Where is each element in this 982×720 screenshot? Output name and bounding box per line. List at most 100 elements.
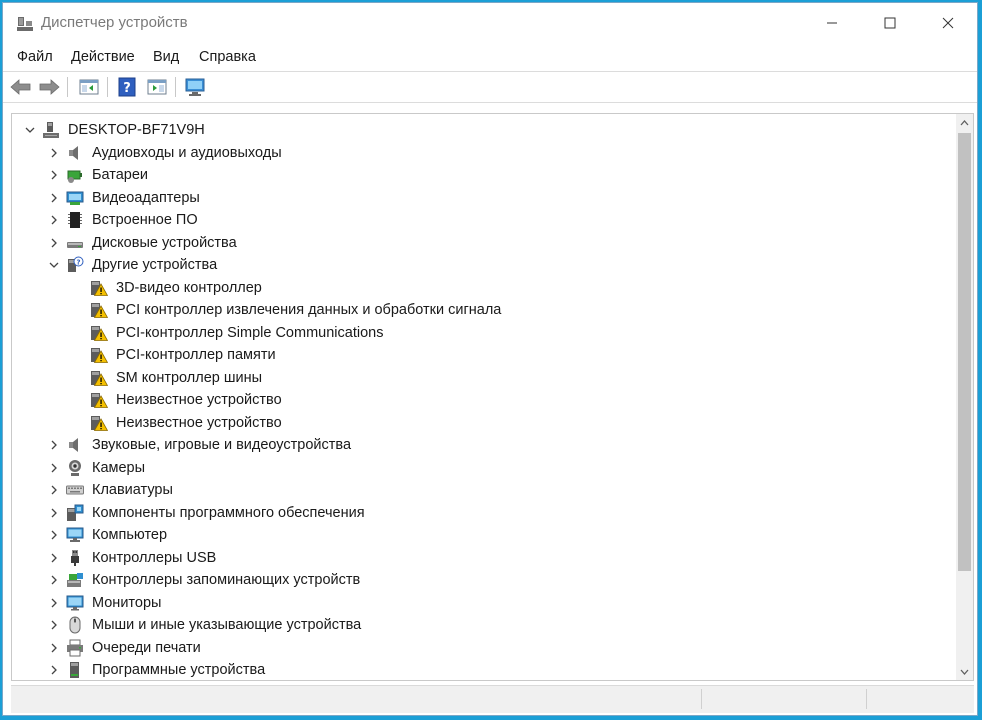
- close-icon: [942, 17, 954, 29]
- tree-item-label: Контроллеры USB: [92, 549, 217, 566]
- chevron-right-icon[interactable]: [48, 484, 60, 496]
- battery-icon: [67, 170, 82, 183]
- chevron-right-icon[interactable]: [48, 597, 60, 609]
- tree-item-label: PCI-контроллер памяти: [116, 347, 276, 363]
- chevron-right-icon[interactable]: [48, 664, 60, 676]
- chevron-right-icon[interactable]: [48, 507, 60, 519]
- tree-item-label: SM контроллер шины: [116, 369, 263, 386]
- tree-item-label: Контроллеры запоминающих устройств: [92, 572, 361, 588]
- show-hide-console-tree-button[interactable]: [77, 76, 101, 98]
- tree-category[interactable]: Камеры: [12, 457, 956, 479]
- other-devices-icon: ?: [68, 256, 84, 272]
- tree-category[interactable]: Клавиатуры: [12, 479, 956, 501]
- disk-drive-icon: [67, 241, 83, 248]
- webcam-icon: [69, 459, 81, 476]
- warning-device-icon: [91, 415, 108, 431]
- speaker-icon: [69, 438, 78, 452]
- chevron-right-icon[interactable]: [48, 619, 60, 631]
- tree-device[interactable]: Неизвестное устройство: [12, 389, 956, 411]
- tree-category[interactable]: Программные устройства: [12, 659, 956, 680]
- warning-device-icon: [91, 348, 108, 363]
- scroll-thumb[interactable]: [958, 133, 971, 571]
- firmware-chip-icon: [68, 212, 82, 228]
- status-bar: [11, 685, 974, 713]
- tree-category[interactable]: Звуковые, игровые и видеоустройства: [12, 434, 956, 456]
- chevron-down-icon[interactable]: [48, 259, 60, 271]
- tree-item-label: Клавиатуры: [92, 482, 173, 498]
- tree-device[interactable]: 3D-видео контроллер: [12, 277, 956, 299]
- scan-hardware-monitor-icon: [185, 78, 205, 96]
- tree-category[interactable]: Компоненты программного обеспечения: [12, 502, 956, 524]
- tree-category[interactable]: Батареи: [12, 164, 956, 186]
- tree-device[interactable]: PCI-контроллер Simple Communications: [12, 322, 956, 344]
- chevron-right-icon[interactable]: [48, 147, 60, 159]
- chevron-down-icon[interactable]: [24, 124, 36, 136]
- tree-device[interactable]: PCI-контроллер памяти: [12, 344, 956, 366]
- back-button[interactable]: [9, 76, 33, 98]
- minimize-button[interactable]: [803, 3, 861, 43]
- menu-file[interactable]: Файл: [17, 49, 53, 65]
- chevron-right-icon[interactable]: [48, 169, 60, 181]
- tree-category[interactable]: Мыши и иные указывающие устройства: [12, 614, 956, 636]
- tree-category[interactable]: Компьютер: [12, 524, 956, 546]
- tree-item-label: PCI контроллер извлечения данных и обраб…: [116, 302, 502, 318]
- tree-category[interactable]: ? Другие устройства: [12, 254, 956, 276]
- maximize-button[interactable]: [861, 3, 919, 43]
- chevron-right-icon[interactable]: [48, 642, 60, 654]
- chevron-right-icon[interactable]: [48, 237, 60, 249]
- properties-panel-button[interactable]: [145, 76, 169, 98]
- scan-hardware-button[interactable]: [183, 76, 207, 98]
- tree-category[interactable]: Видеоадаптеры: [12, 187, 956, 209]
- tree-item-label: 3D-видео контроллер: [116, 279, 262, 296]
- menu-action[interactable]: Действие: [71, 49, 135, 65]
- title-bar[interactable]: Диспетчер устройств: [3, 3, 977, 43]
- tree-category[interactable]: Мониторы: [12, 592, 956, 614]
- minimize-icon: [827, 22, 837, 24]
- device-tree: DESKTOP-BF71V9H Аудиовходы и аудиовыходы…: [12, 114, 956, 680]
- close-button[interactable]: [919, 3, 977, 43]
- chevron-right-icon[interactable]: [48, 529, 60, 541]
- tree-category[interactable]: Очереди печати: [12, 637, 956, 659]
- tree-item-label: Мониторы: [92, 594, 162, 611]
- maximize-icon: [884, 17, 896, 29]
- tree-item-label: Звуковые, игровые и видеоустройства: [92, 437, 352, 453]
- chevron-right-icon[interactable]: [48, 214, 60, 226]
- tree-category[interactable]: Контроллеры USB: [12, 547, 956, 569]
- menu-view[interactable]: Вид: [153, 49, 179, 65]
- warning-device-icon: [91, 325, 108, 341]
- tree-device[interactable]: SM контроллер шины: [12, 367, 956, 389]
- forward-button[interactable]: [37, 76, 61, 98]
- toolbar-separator: [107, 77, 108, 97]
- tree-root[interactable]: DESKTOP-BF71V9H: [12, 119, 956, 141]
- tree-item-label: Очереди печати: [92, 639, 201, 656]
- chevron-right-icon[interactable]: [48, 552, 60, 564]
- scroll-down-button[interactable]: [956, 663, 973, 680]
- tree-device[interactable]: PCI контроллер извлечения данных и обраб…: [12, 299, 956, 321]
- tree-item-label: Программные устройства: [92, 662, 266, 678]
- software-device-icon: [70, 662, 79, 678]
- vertical-scrollbar[interactable]: [956, 114, 973, 680]
- svg-text:?: ?: [76, 259, 80, 267]
- speaker-icon: [69, 145, 78, 160]
- tree-device[interactable]: Неизвестное устройство: [12, 412, 956, 434]
- warning-device-icon: [91, 303, 108, 318]
- tree-item-label: Видеоадаптеры: [92, 189, 200, 206]
- chevron-right-icon[interactable]: [48, 574, 60, 586]
- tree-item-label: Встроенное ПО: [92, 212, 198, 228]
- menu-bar: Файл Действие Вид Справка: [3, 43, 977, 71]
- tree-category[interactable]: Контроллеры запоминающих устройств: [12, 569, 956, 591]
- keyboard-icon: [66, 485, 84, 495]
- help-button[interactable]: ?: [115, 76, 139, 98]
- tree-root-label: DESKTOP-BF71V9H: [68, 122, 205, 138]
- tree-category[interactable]: Дисковые устройства: [12, 232, 956, 254]
- chevron-right-icon[interactable]: [48, 439, 60, 451]
- menu-help[interactable]: Справка: [199, 49, 256, 65]
- chevron-right-icon[interactable]: [48, 192, 60, 204]
- scroll-up-button[interactable]: [956, 114, 973, 131]
- toolbar-separator: [67, 77, 68, 97]
- tree-category[interactable]: Встроенное ПО: [12, 209, 956, 231]
- tree-category[interactable]: Аудиовходы и аудиовыходы: [12, 142, 956, 164]
- window-title: Диспетчер устройств: [41, 14, 188, 31]
- back-icon: [10, 79, 31, 95]
- chevron-right-icon[interactable]: [48, 462, 60, 474]
